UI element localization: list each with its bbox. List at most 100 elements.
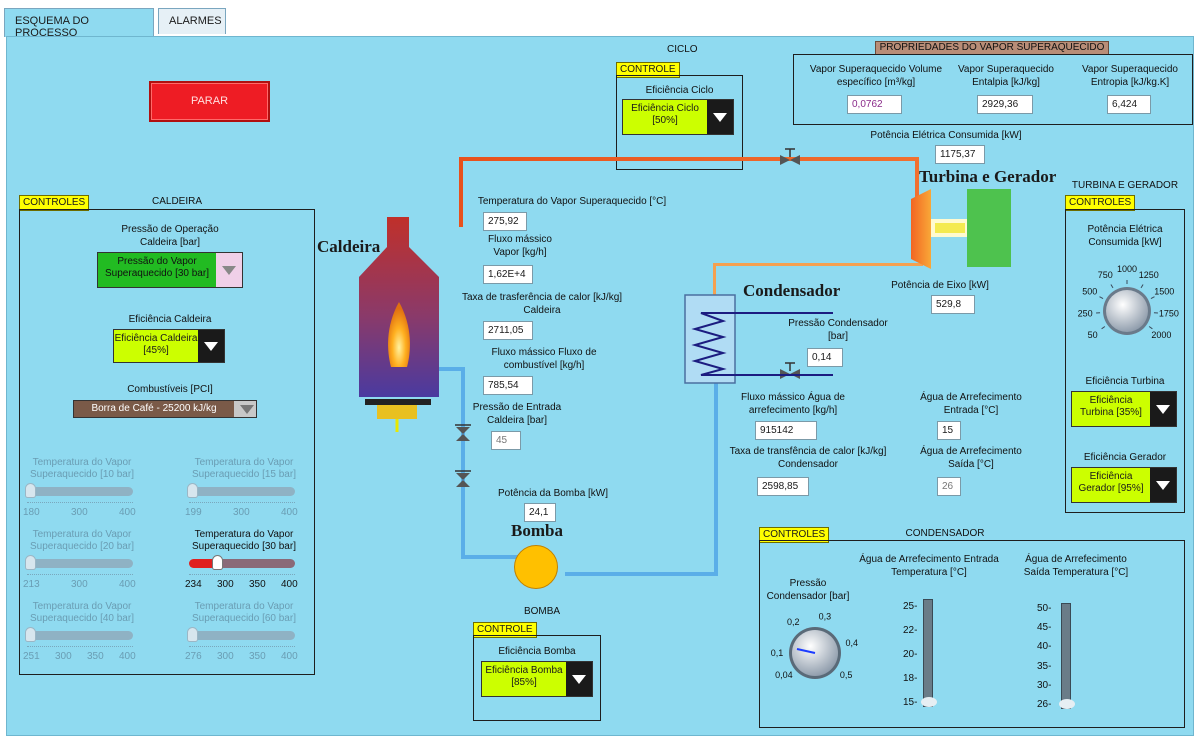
- cond-pressao-label: Pressão Condensador [bar]: [766, 578, 850, 602]
- tab-esquema-do-processo[interactable]: ESQUEMA DO PROCESSO: [4, 8, 154, 39]
- pressao-cond-knob[interactable]: 0,04 0,1 0,2 0,3 0,4 0,5: [763, 603, 875, 697]
- temperature-slider[interactable]: [27, 559, 133, 568]
- gauge-scale-label: 35-: [1037, 660, 1052, 672]
- chevron-down-icon: [234, 401, 256, 417]
- slider-thumb[interactable]: [25, 483, 36, 498]
- ent-value: 2929,36: [977, 95, 1033, 114]
- slider-label: Temperatura do Vapor Superaquecido [20 b…: [30, 529, 134, 552]
- process-panel: PARAR CICLO CONTROLE Eficiência Ciclo Ef…: [6, 36, 1194, 736]
- valve-icon[interactable]: [453, 467, 473, 489]
- pressao-cond-label: Pressão Condensador [bar]: [788, 318, 888, 342]
- slider-scale-label: 400: [119, 579, 136, 590]
- gauge-scale-label: 15-: [903, 697, 918, 708]
- slider-scale-label: 400: [281, 651, 298, 662]
- fluxo-vapor-label: Fluxo mássico Vapor [kg/h]: [488, 234, 552, 258]
- slider-ticks: [27, 498, 133, 503]
- slider-scale-label: 234: [185, 579, 202, 590]
- saida-temp-gauge[interactable]: [1061, 603, 1071, 709]
- bomba-eff-select[interactable]: Eficiência Bomba [85%]: [481, 661, 593, 697]
- knob-tick: [1148, 326, 1153, 330]
- entrada-temp-gauge[interactable]: [923, 599, 933, 707]
- slider-scale-label: 400: [281, 507, 298, 518]
- water-pipe-bottom-right: [565, 572, 718, 576]
- bomba-heading: Bomba: [511, 521, 563, 540]
- temperature-slider[interactable]: [27, 631, 133, 640]
- chevron-down-icon: [566, 662, 592, 696]
- entrada-temp-thumb[interactable]: [921, 697, 937, 707]
- temperature-slider[interactable]: [189, 631, 295, 640]
- bomba-eff-label: Eficiência Bomba: [498, 646, 576, 657]
- knob-scale-label: 1000: [1117, 264, 1137, 274]
- slider-ticks: [27, 570, 133, 575]
- temperature-slider[interactable]: [189, 487, 295, 496]
- saida-temp-thumb[interactable]: [1059, 699, 1075, 709]
- bomba-eff-value: Eficiência Bomba [85%]: [485, 665, 563, 688]
- entr-label: Vapor Superaquecido Entropia [kJ/kg.K]: [1082, 64, 1178, 88]
- taxa-cond-label: Taxa de transfência de calor [kJ/kg] Con…: [729, 446, 887, 470]
- agua-saida-value: 26: [937, 477, 961, 496]
- temperature-slider[interactable]: [27, 487, 133, 496]
- caldeira-eff-select[interactable]: Eficiência Caldeira [45%]: [113, 329, 225, 363]
- knob-scale-label: 500: [1082, 287, 1097, 297]
- slider-ticks: [189, 642, 295, 647]
- slider-thumb[interactable]: [25, 555, 36, 570]
- fluxo-agua-label: Fluxo mássico Água de arrefecimento [kg/…: [741, 392, 845, 416]
- slider-scale-label: 300: [71, 507, 88, 518]
- gauge-scale-label: 18-: [903, 673, 918, 684]
- slider-scale-label: 350: [87, 651, 104, 662]
- combustivel-select[interactable]: Borra de Café - 25200 kJ/kg: [73, 400, 257, 418]
- slider-ticks: [189, 570, 295, 575]
- slider-ticks: [27, 642, 133, 647]
- knob-scale-label: 1250: [1139, 270, 1159, 280]
- valve-icon[interactable]: [779, 147, 801, 169]
- chevron-down-icon: [198, 330, 224, 362]
- gerador-eff-label: Eficiência Gerador: [1083, 452, 1167, 463]
- propriedades-title: PROPRIEDADES DO VAPOR SUPERAQUECIDO: [875, 41, 1109, 55]
- slider-scale-label: 213: [23, 579, 40, 590]
- fluxo-comb-label: Fluxo mássico Fluxo de combustível [kg/h…: [491, 347, 597, 371]
- caldeira-pressao-select[interactable]: Pressão do Vapor Superaquecido [30 bar]: [97, 252, 243, 288]
- tab-bar: ESQUEMA DO PROCESSO ALARMES: [0, 0, 1200, 39]
- turbina-eff-select[interactable]: Eficiência Turbina [35%]: [1071, 391, 1177, 427]
- pot-eixo-value: 529,8: [931, 295, 975, 314]
- gauge-scale-label: 26-: [1037, 699, 1052, 710]
- potencia-knob[interactable]: 50 250 500750 10001250 1500 1750 2000: [1067, 251, 1185, 371]
- turbine-generator-illustration: [911, 189, 1011, 269]
- boiler-illustration: [359, 217, 439, 432]
- pressao-entrada-value: 45: [491, 431, 521, 450]
- temperature-slider[interactable]: [189, 559, 295, 568]
- knob-scale-label: 250: [1078, 309, 1093, 319]
- caldeira-eff-value: Eficiência Caldeira [45%]: [114, 333, 198, 356]
- pump-icon: [514, 545, 558, 589]
- slider-thumb[interactable]: [187, 627, 198, 642]
- slider-thumb[interactable]: [25, 627, 36, 642]
- knob-scale-label: 0,4: [845, 638, 858, 648]
- fluxo-agua-value: 915142: [755, 421, 817, 440]
- knob-tick: [1140, 284, 1144, 289]
- knob-scale-label: 750: [1098, 270, 1113, 280]
- combustiveis-label: Combustíveis [PCI]: [127, 384, 213, 395]
- knob-scale-label: 1500: [1154, 287, 1174, 297]
- gauge-scale-label: 45-: [1037, 622, 1052, 634]
- slider-thumb[interactable]: [212, 555, 223, 570]
- turbina-eff-label: Eficiência Turbina: [1085, 376, 1165, 387]
- vol-label: Vapor Superaquecido Volume específico [m…: [809, 64, 943, 88]
- tab-alarmes[interactable]: ALARMES: [158, 8, 226, 34]
- exhaust-pipe: [713, 263, 923, 266]
- combustivel-value: Borra de Café - 25200 kJ/kg: [91, 403, 217, 414]
- knob-scale-label: 1750: [1159, 309, 1179, 319]
- chevron-down-icon: [1150, 392, 1176, 426]
- pot-eletrica-value: 1175,37: [935, 145, 985, 164]
- knob-scale-label: 50: [1088, 330, 1098, 340]
- gauge-scale-label: 20-: [903, 649, 918, 660]
- temp-vapor-value: 275,92: [483, 212, 527, 231]
- ciclo-eff-select[interactable]: Eficiência Ciclo [50%]: [622, 99, 734, 135]
- ent-label: Vapor Superaquecido Entalpia [kJ/kg]: [958, 64, 1054, 88]
- slider-scale-label: 350: [249, 651, 266, 662]
- gerador-eff-select[interactable]: Eficiência Gerador [95%]: [1071, 467, 1177, 503]
- pressao-entrada-label: Pressão de Entrada Caldeira [bar]: [472, 402, 562, 426]
- stop-button[interactable]: PARAR: [149, 81, 270, 122]
- chevron-down-icon: [1150, 468, 1176, 502]
- slider-thumb[interactable]: [187, 483, 198, 498]
- steam-pipe-top: [459, 157, 919, 161]
